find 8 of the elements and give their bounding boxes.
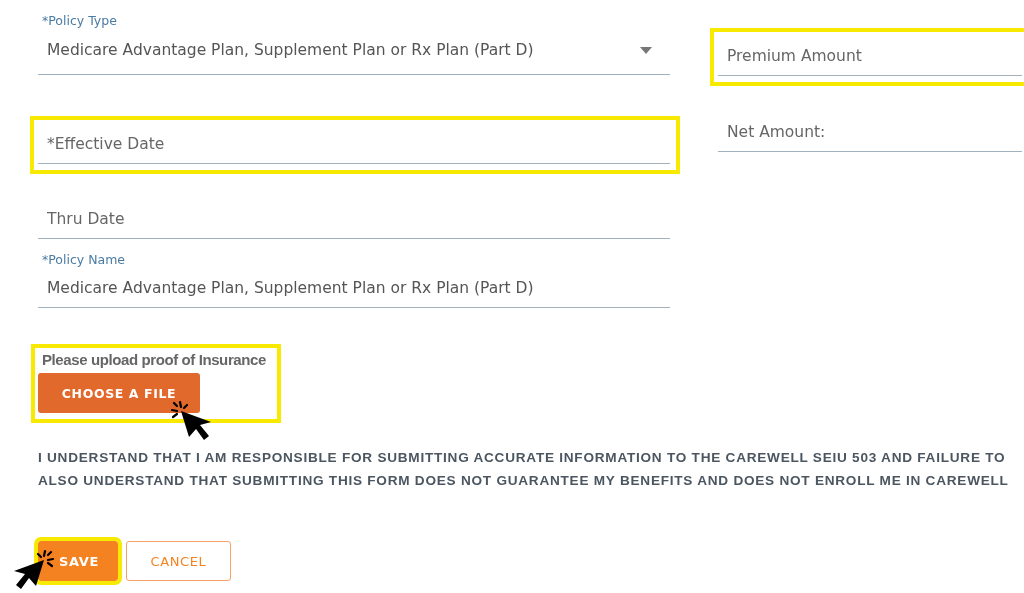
upload-label: Please upload proof of Insurance [41, 351, 267, 368]
disclaimer-text: I UNDERSTAND THAT I AM RESPONSIBLE FOR SUBMITTING ACCURATE INFORMATION TO THE CAREWELL SEIU 503 AND FAILURE TO [38, 449, 1007, 467]
input-field[interactable]: *Effective Date [30, 116, 680, 174]
input-field[interactable]: Premium Amount [710, 28, 1024, 86]
dropdown-arrow-icon [640, 46, 652, 54]
cancel-button[interactable]: CANCEL [126, 541, 231, 581]
choose-file-button[interactable]: CHOOSE A FILE [38, 373, 200, 413]
disclaimer-text: ALSO UNDERSTAND THAT SUBMITTING THIS FORM DOES NOT GUARANTEE MY BENEFITS AND DOES NOT ENROLL ME IN CAREWELL [38, 472, 1010, 490]
